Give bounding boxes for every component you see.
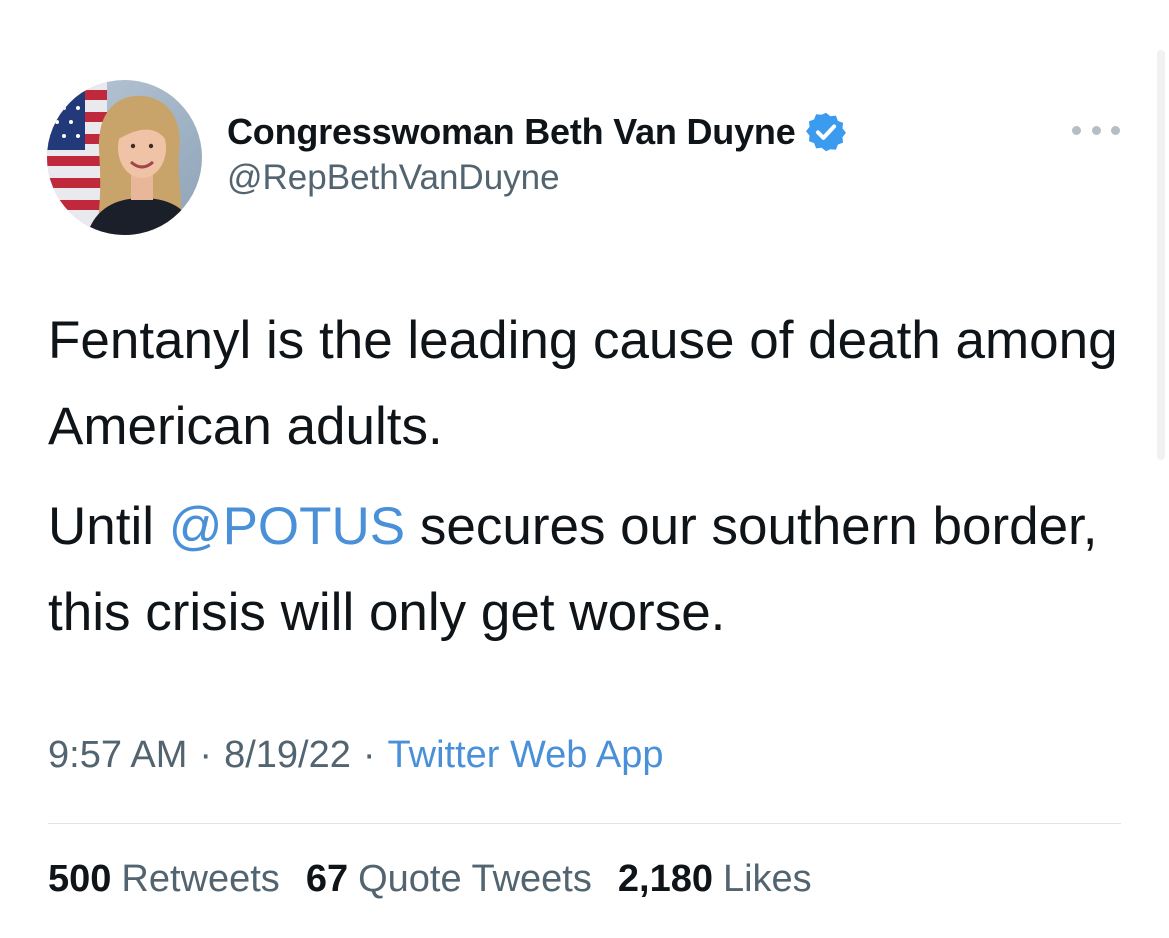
dot bbox=[1091, 125, 1101, 135]
likes-count: 2,180 bbox=[617, 858, 713, 900]
tweet-text-segment: Until bbox=[48, 497, 169, 556]
tweet-text: Fentanyl is the leading cause of death a… bbox=[48, 298, 1138, 656]
display-name[interactable]: Congresswoman Beth Van Duyne bbox=[227, 111, 796, 153]
tweet-meta: 9:57 AM · 8/19/22 · Twitter Web App bbox=[48, 734, 664, 777]
avatar[interactable] bbox=[47, 80, 202, 235]
more-options-icon[interactable] bbox=[1072, 118, 1120, 142]
quote-tweets-label: Quote Tweets bbox=[358, 858, 592, 900]
likes-stat[interactable]: 2,180 Likes bbox=[618, 858, 812, 901]
separator: · bbox=[362, 734, 376, 776]
retweets-label: Retweets bbox=[121, 858, 280, 900]
dot bbox=[1072, 125, 1081, 135]
quote-tweets-count: 67 bbox=[305, 858, 349, 900]
mention-link[interactable]: @POTUS bbox=[169, 497, 405, 556]
timestamp-date[interactable]: 8/19/22 bbox=[224, 734, 351, 777]
profile-photo bbox=[47, 80, 202, 235]
retweets-count: 500 bbox=[48, 858, 112, 900]
tweet-paragraph-1: Fentanyl is the leading cause of death a… bbox=[48, 311, 1118, 456]
tweet-card: Congresswoman Beth Van Duyne @RepBethVan… bbox=[0, 0, 1169, 938]
tweet-paragraph-2: Until @POTUS secures our southern border… bbox=[48, 484, 1138, 656]
source-link[interactable]: Twitter Web App bbox=[388, 734, 664, 777]
handle[interactable]: @RepBethVanDuyne bbox=[227, 158, 848, 198]
verified-badge-icon bbox=[804, 110, 848, 154]
author-block: Congresswoman Beth Van Duyne @RepBethVan… bbox=[227, 104, 848, 198]
divider bbox=[48, 823, 1121, 824]
scrollbar[interactable] bbox=[1157, 50, 1165, 460]
quote-tweets-stat[interactable]: 67 Quote Tweets bbox=[306, 858, 592, 901]
timestamp-time[interactable]: 9:57 AM bbox=[48, 734, 187, 777]
dot bbox=[1111, 125, 1120, 135]
retweets-stat[interactable]: 500 Retweets bbox=[48, 858, 280, 901]
separator: · bbox=[199, 734, 213, 776]
name-row: Congresswoman Beth Van Duyne bbox=[227, 104, 848, 160]
likes-label: Likes bbox=[722, 858, 812, 900]
engagement-stats: 500 Retweets 67 Quote Tweets 2,180 Likes bbox=[48, 858, 838, 901]
